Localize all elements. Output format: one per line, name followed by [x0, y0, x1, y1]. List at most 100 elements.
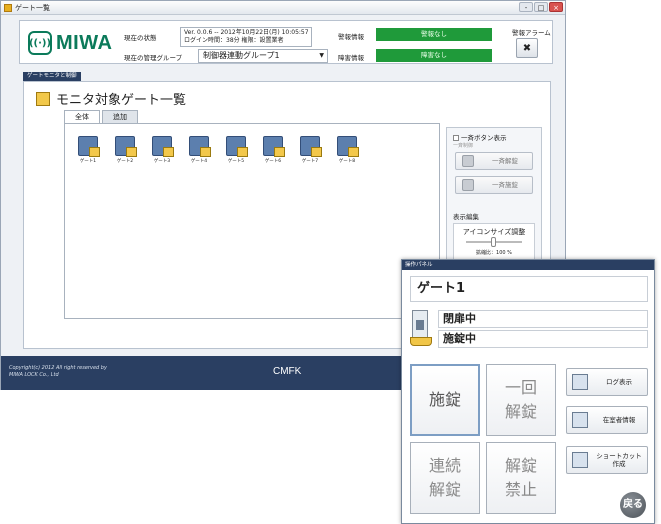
- page-title-row: モニタ対象ゲート一覧: [36, 89, 186, 108]
- log-view-label: ログ表示: [606, 378, 632, 386]
- icon-size-slider[interactable]: [466, 237, 522, 247]
- window-title: ゲート一覧: [15, 4, 50, 12]
- gate-label: ゲート8: [338, 159, 356, 164]
- version-line: Ver. 0.0.6 -- 2012年10月22日(月) 10:05:57: [184, 29, 309, 36]
- login-line: ログイン時間：38分 権限：設置業者: [184, 37, 284, 44]
- continuous-unlock-label: 連続 解錠: [428, 456, 461, 499]
- bulk-subheading: 一斉制御: [453, 143, 474, 149]
- checkbox-icon: [453, 135, 459, 141]
- operation-panel: 操作パネル ゲート1 閉扉中 施錠中 施錠 一回 解錠 連続 解錠 解錠 禁止 …: [401, 259, 655, 524]
- gate-list-icon: [36, 91, 50, 106]
- product-name: CMFK: [273, 366, 302, 377]
- gate-item[interactable]: ゲート3: [149, 136, 175, 164]
- page-title: モニタ対象ゲート一覧: [56, 93, 187, 108]
- copyright-line-1: Copyright(c) 2012 All right reserved by: [9, 365, 107, 371]
- log-view-button[interactable]: ログ表示: [566, 368, 648, 396]
- gate-lock-icon: [115, 136, 137, 157]
- unlock-icon: [462, 155, 474, 167]
- gate-label: ゲート1: [79, 159, 97, 164]
- presence-info-button[interactable]: 在室者情報: [566, 406, 648, 434]
- slider-thumb[interactable]: [491, 237, 496, 247]
- close-button[interactable]: ×: [549, 2, 563, 12]
- gate-lock-icon: [226, 136, 248, 157]
- alarm-status-bar: 警報なし: [376, 28, 492, 41]
- unlock-all-button[interactable]: 一斉解錠: [455, 152, 533, 170]
- gate-icon-area: ゲート1 ゲート2 ゲート3 ゲート4 ゲート5 ゲート6 ゲート7 ゲート8: [64, 123, 440, 319]
- alarm-button[interactable]: ✖: [516, 38, 538, 58]
- copyright-line-2: MIWA LOCK Co., Ltd: [9, 372, 59, 378]
- chevron-down-icon: ▼: [319, 52, 324, 59]
- shortcut-create-label: ショートカット 作成: [591, 447, 647, 473]
- one-time-unlock-label: 一回 解錠: [504, 378, 537, 421]
- gate-tabs: 全体 追加: [64, 110, 140, 123]
- back-button[interactable]: 戻る: [620, 492, 646, 518]
- side-panel: 一斉ボタン表示 一斉制御 一斉解錠 一斉施錠 表示編集 アイコンサイズ調整 拡縮…: [446, 127, 542, 267]
- gate-lock-icon: [189, 136, 211, 157]
- gate-lock-icon: [337, 136, 359, 157]
- gate-item[interactable]: ゲート4: [186, 136, 212, 164]
- miwa-logo-icon: ((·)): [28, 31, 52, 55]
- unlock-all-label: 一斉解錠: [492, 157, 518, 165]
- header: ((·)) MIWA 現在の状態 Ver. 0.0.6 -- 2012年10月2…: [19, 20, 553, 64]
- lock-status: 施錠中: [438, 330, 648, 348]
- status-label: 現在の状態: [124, 34, 157, 42]
- gate-item[interactable]: ゲート7: [297, 136, 323, 164]
- minimize-button[interactable]: -: [519, 2, 533, 12]
- alarm-info-label: 警報情報: [338, 33, 364, 41]
- shortcut-label-line-1: ショートカット: [596, 452, 642, 460]
- section-tab: ゲートモニタと制御: [23, 72, 81, 81]
- icon-size-label: アイコンサイズ調整: [462, 228, 526, 236]
- maximize-button[interactable]: □: [534, 2, 548, 12]
- alarm-bell-icon: ✖: [522, 43, 532, 54]
- zoom-rate: 拡縮比：100 %: [476, 250, 512, 256]
- gate-item[interactable]: ゲート8: [334, 136, 360, 164]
- one-time-unlock-button[interactable]: 一回 解錠: [486, 364, 556, 436]
- gate-item[interactable]: ゲート2: [112, 136, 138, 164]
- title-bar: ゲート一覧 - □ ×: [1, 1, 565, 15]
- selected-gate-name: ゲート1: [410, 276, 648, 302]
- gate-item[interactable]: ゲート1: [75, 136, 101, 164]
- copyright: Copyright(c) 2012 All right reserved by …: [9, 365, 107, 379]
- display-edit-label: 表示編集: [453, 213, 479, 221]
- logo-text: MIWA: [56, 31, 113, 54]
- door-lock-icon: [410, 310, 432, 346]
- miwa-logo: ((·)) MIWA: [28, 30, 112, 56]
- gate-lock-icon: [78, 136, 100, 157]
- bulk-button-checkbox[interactable]: 一斉ボタン表示: [453, 132, 507, 142]
- icon-size-box: アイコンサイズ調整 拡縮比：100 %: [453, 223, 535, 261]
- presence-info-label: 在室者情報: [602, 416, 636, 424]
- lock-all-label: 一斉施錠: [492, 181, 518, 189]
- group-select[interactable]: 制御器連動グループ1 ▼: [198, 49, 328, 63]
- shortcut-icon: [572, 452, 588, 468]
- gate-label: ゲート4: [190, 159, 208, 164]
- gate-label: ゲート2: [116, 159, 134, 164]
- tab-add[interactable]: 追加: [102, 110, 138, 123]
- gate-label: ゲート6: [264, 159, 282, 164]
- gate-lock-icon: [300, 136, 322, 157]
- person-icon: [572, 412, 588, 428]
- unlock-prohibit-button[interactable]: 解錠 禁止: [486, 442, 556, 514]
- shortcut-create-button[interactable]: ショートカット 作成: [566, 446, 648, 474]
- lock-all-button[interactable]: 一斉施錠: [455, 176, 533, 194]
- gate-lock-icon: [263, 136, 285, 157]
- continuous-unlock-button[interactable]: 連続 解錠: [410, 442, 480, 514]
- alarm-button-label: 警報アラーム: [512, 29, 551, 37]
- lock-button[interactable]: 施錠: [410, 364, 480, 436]
- gate-label: ゲート3: [153, 159, 171, 164]
- door-status: 閉扉中: [438, 310, 648, 328]
- gate-item[interactable]: ゲート6: [260, 136, 286, 164]
- window-controls: - □ ×: [519, 2, 563, 12]
- bulk-checkbox-label: 一斉ボタン表示: [461, 134, 507, 142]
- lock-button-label: 施錠: [428, 390, 461, 409]
- gate-label: ゲート5: [227, 159, 245, 164]
- gate-item[interactable]: ゲート5: [223, 136, 249, 164]
- app-icon: [4, 4, 12, 12]
- lock-icon: [462, 179, 474, 191]
- group-label: 現在の管理グループ: [124, 54, 183, 62]
- operation-panel-title: 操作パネル: [402, 260, 654, 270]
- status-info-box: Ver. 0.0.6 -- 2012年10月22日(月) 10:05:57 ログ…: [180, 27, 312, 47]
- log-document-icon: [572, 374, 588, 390]
- gate-lock-icon: [152, 136, 174, 157]
- tab-all[interactable]: 全体: [64, 110, 100, 123]
- fault-status-bar: 障害なし: [376, 49, 492, 62]
